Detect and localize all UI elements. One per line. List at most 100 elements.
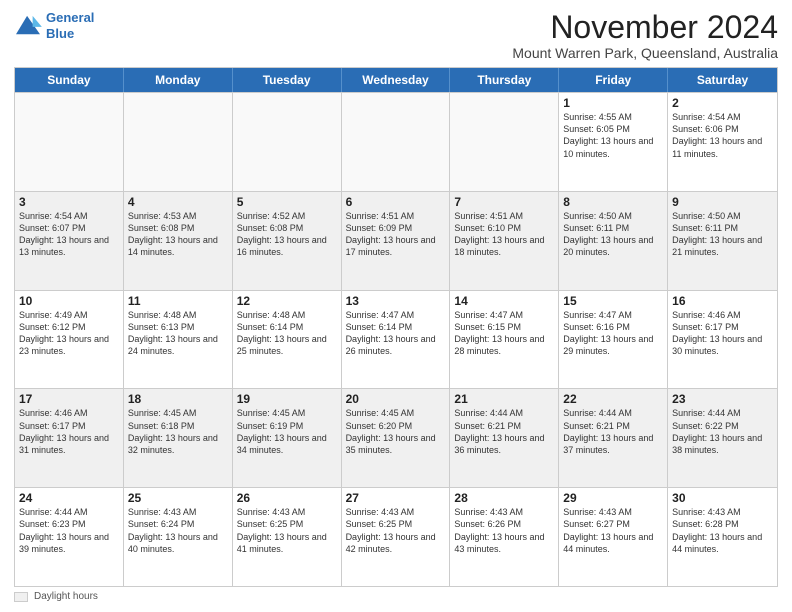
cell-text: Sunrise: 4:50 AM Sunset: 6:11 PM Dayligh… [563,210,663,259]
cal-cell [15,93,124,191]
cal-cell: 29Sunrise: 4:43 AM Sunset: 6:27 PM Dayli… [559,488,668,586]
location: Mount Warren Park, Queensland, Australia [512,45,778,61]
cal-cell: 2Sunrise: 4:54 AM Sunset: 6:06 PM Daylig… [668,93,777,191]
day-number: 29 [563,491,663,505]
cal-cell: 20Sunrise: 4:45 AM Sunset: 6:20 PM Dayli… [342,389,451,487]
cal-cell: 16Sunrise: 4:46 AM Sunset: 6:17 PM Dayli… [668,291,777,389]
day-number: 10 [19,294,119,308]
cell-text: Sunrise: 4:44 AM Sunset: 6:22 PM Dayligh… [672,407,773,456]
cal-row: 10Sunrise: 4:49 AM Sunset: 6:12 PM Dayli… [15,290,777,389]
day-number: 2 [672,96,773,110]
cell-text: Sunrise: 4:44 AM Sunset: 6:21 PM Dayligh… [454,407,554,456]
cal-cell: 26Sunrise: 4:43 AM Sunset: 6:25 PM Dayli… [233,488,342,586]
cell-text: Sunrise: 4:44 AM Sunset: 6:21 PM Dayligh… [563,407,663,456]
legend-label: Daylight hours [34,591,98,602]
cell-text: Sunrise: 4:50 AM Sunset: 6:11 PM Dayligh… [672,210,773,259]
cal-cell: 18Sunrise: 4:45 AM Sunset: 6:18 PM Dayli… [124,389,233,487]
logo: General Blue [14,10,94,41]
day-number: 6 [346,195,446,209]
cell-text: Sunrise: 4:48 AM Sunset: 6:13 PM Dayligh… [128,309,228,358]
cell-text: Sunrise: 4:45 AM Sunset: 6:20 PM Dayligh… [346,407,446,456]
calendar-body: 1Sunrise: 4:55 AM Sunset: 6:05 PM Daylig… [15,92,777,586]
cal-row: 24Sunrise: 4:44 AM Sunset: 6:23 PM Dayli… [15,487,777,586]
cal-cell [342,93,451,191]
day-number: 27 [346,491,446,505]
cell-text: Sunrise: 4:46 AM Sunset: 6:17 PM Dayligh… [19,407,119,456]
day-number: 13 [346,294,446,308]
cell-text: Sunrise: 4:48 AM Sunset: 6:14 PM Dayligh… [237,309,337,358]
day-number: 7 [454,195,554,209]
logo-line1: General [46,10,94,25]
cal-cell: 13Sunrise: 4:47 AM Sunset: 6:14 PM Dayli… [342,291,451,389]
cell-text: Sunrise: 4:47 AM Sunset: 6:15 PM Dayligh… [454,309,554,358]
cal-header-cell: Friday [559,68,668,92]
cal-cell: 8Sunrise: 4:50 AM Sunset: 6:11 PM Daylig… [559,192,668,290]
cal-cell: 15Sunrise: 4:47 AM Sunset: 6:16 PM Dayli… [559,291,668,389]
day-number: 30 [672,491,773,505]
cal-cell: 12Sunrise: 4:48 AM Sunset: 6:14 PM Dayli… [233,291,342,389]
cal-row: 1Sunrise: 4:55 AM Sunset: 6:05 PM Daylig… [15,92,777,191]
cal-header-cell: Monday [124,68,233,92]
cal-cell: 5Sunrise: 4:52 AM Sunset: 6:08 PM Daylig… [233,192,342,290]
day-number: 18 [128,392,228,406]
cal-cell: 10Sunrise: 4:49 AM Sunset: 6:12 PM Dayli… [15,291,124,389]
logo-text: General Blue [46,10,94,41]
cal-header-cell: Saturday [668,68,777,92]
day-number: 5 [237,195,337,209]
cell-text: Sunrise: 4:47 AM Sunset: 6:14 PM Dayligh… [346,309,446,358]
day-number: 1 [563,96,663,110]
cal-cell [233,93,342,191]
cal-cell: 3Sunrise: 4:54 AM Sunset: 6:07 PM Daylig… [15,192,124,290]
day-number: 23 [672,392,773,406]
cal-header-cell: Tuesday [233,68,342,92]
cell-text: Sunrise: 4:43 AM Sunset: 6:27 PM Dayligh… [563,506,663,555]
day-number: 12 [237,294,337,308]
cal-row: 3Sunrise: 4:54 AM Sunset: 6:07 PM Daylig… [15,191,777,290]
calendar-header-row: SundayMondayTuesdayWednesdayThursdayFrid… [15,68,777,92]
cal-cell: 24Sunrise: 4:44 AM Sunset: 6:23 PM Dayli… [15,488,124,586]
cal-cell: 4Sunrise: 4:53 AM Sunset: 6:08 PM Daylig… [124,192,233,290]
cal-cell: 25Sunrise: 4:43 AM Sunset: 6:24 PM Dayli… [124,488,233,586]
month-title: November 2024 [512,10,778,45]
legend: Daylight hours [14,591,778,602]
calendar: SundayMondayTuesdayWednesdayThursdayFrid… [14,67,778,587]
cal-cell: 30Sunrise: 4:43 AM Sunset: 6:28 PM Dayli… [668,488,777,586]
cell-text: Sunrise: 4:44 AM Sunset: 6:23 PM Dayligh… [19,506,119,555]
day-number: 28 [454,491,554,505]
cal-row: 17Sunrise: 4:46 AM Sunset: 6:17 PM Dayli… [15,388,777,487]
day-number: 11 [128,294,228,308]
cal-cell: 1Sunrise: 4:55 AM Sunset: 6:05 PM Daylig… [559,93,668,191]
cell-text: Sunrise: 4:45 AM Sunset: 6:18 PM Dayligh… [128,407,228,456]
cell-text: Sunrise: 4:55 AM Sunset: 6:05 PM Dayligh… [563,111,663,160]
cal-cell [124,93,233,191]
day-number: 3 [19,195,119,209]
cell-text: Sunrise: 4:49 AM Sunset: 6:12 PM Dayligh… [19,309,119,358]
cell-text: Sunrise: 4:43 AM Sunset: 6:26 PM Dayligh… [454,506,554,555]
cell-text: Sunrise: 4:52 AM Sunset: 6:08 PM Dayligh… [237,210,337,259]
day-number: 9 [672,195,773,209]
logo-line2: Blue [46,26,74,41]
legend-box [14,592,28,602]
cal-cell: 21Sunrise: 4:44 AM Sunset: 6:21 PM Dayli… [450,389,559,487]
cell-text: Sunrise: 4:51 AM Sunset: 6:10 PM Dayligh… [454,210,554,259]
day-number: 24 [19,491,119,505]
day-number: 22 [563,392,663,406]
cal-header-cell: Thursday [450,68,559,92]
day-number: 4 [128,195,228,209]
day-number: 20 [346,392,446,406]
title-block: November 2024 Mount Warren Park, Queensl… [512,10,778,61]
header: General Blue November 2024 Mount Warren … [14,10,778,61]
day-number: 26 [237,491,337,505]
day-number: 16 [672,294,773,308]
cell-text: Sunrise: 4:45 AM Sunset: 6:19 PM Dayligh… [237,407,337,456]
cell-text: Sunrise: 4:47 AM Sunset: 6:16 PM Dayligh… [563,309,663,358]
cell-text: Sunrise: 4:51 AM Sunset: 6:09 PM Dayligh… [346,210,446,259]
cell-text: Sunrise: 4:43 AM Sunset: 6:24 PM Dayligh… [128,506,228,555]
day-number: 17 [19,392,119,406]
day-number: 8 [563,195,663,209]
cal-cell: 11Sunrise: 4:48 AM Sunset: 6:13 PM Dayli… [124,291,233,389]
cal-cell: 6Sunrise: 4:51 AM Sunset: 6:09 PM Daylig… [342,192,451,290]
cal-header-cell: Sunday [15,68,124,92]
day-number: 15 [563,294,663,308]
cell-text: Sunrise: 4:43 AM Sunset: 6:28 PM Dayligh… [672,506,773,555]
